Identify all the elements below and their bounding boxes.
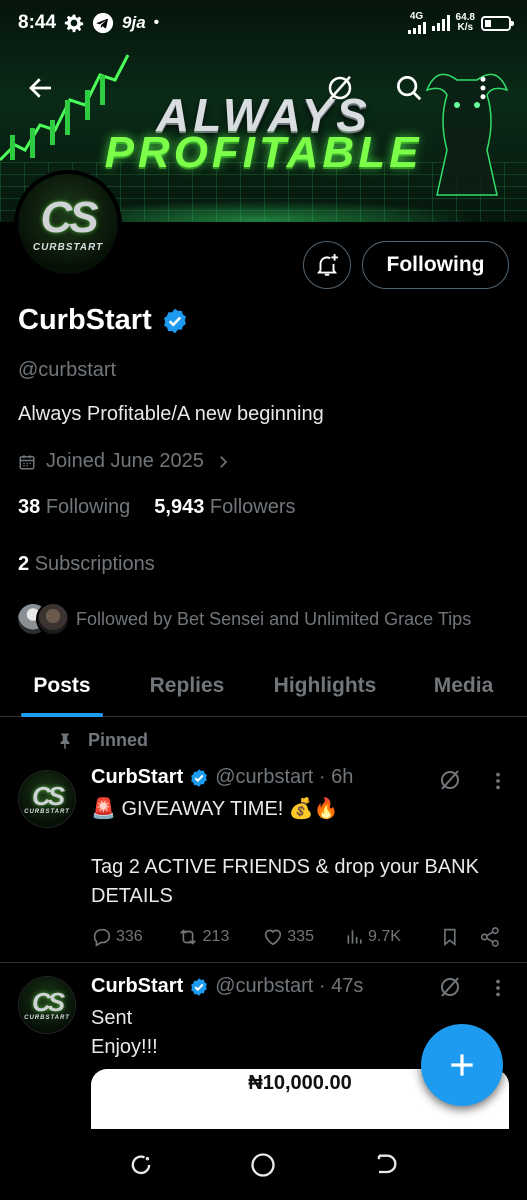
followed-by-text: Followed by Bet Sensei and Unlimited Gra… bbox=[76, 608, 472, 629]
more-vertical-icon bbox=[480, 76, 486, 100]
profile-tabs: Posts Replies Highlights Media bbox=[0, 655, 527, 717]
verified-badge-icon[interactable] bbox=[161, 307, 189, 335]
following-button[interactable]: Following bbox=[362, 241, 509, 289]
reply-button[interactable]: 336 bbox=[91, 926, 176, 948]
tab-media[interactable]: Media bbox=[400, 655, 527, 717]
follower-avatar bbox=[36, 602, 70, 636]
analytics-icon bbox=[347, 930, 362, 944]
post-avatar[interactable]: CS CURBSTART bbox=[18, 976, 76, 1034]
tab-posts[interactable]: Posts bbox=[0, 655, 124, 717]
back-nav-icon[interactable] bbox=[372, 1151, 400, 1179]
post-header: CurbStart @curbstart · 47s bbox=[91, 975, 363, 998]
verified-badge-icon bbox=[191, 977, 208, 996]
post-author-name[interactable]: CurbStart bbox=[91, 766, 183, 789]
post-handle-time: @curbstart · 47s bbox=[215, 975, 364, 997]
followers-link[interactable]: 5,943 Followers bbox=[154, 496, 295, 519]
gear-icon bbox=[64, 13, 84, 33]
status-time: 8:44 bbox=[18, 12, 57, 33]
search-icon bbox=[397, 76, 422, 101]
telegram-icon bbox=[92, 12, 114, 34]
signal-icon bbox=[407, 22, 426, 34]
app-badge: 9ja bbox=[122, 13, 146, 32]
search-button[interactable] bbox=[383, 62, 435, 114]
more-vertical-icon[interactable] bbox=[490, 770, 506, 792]
verified-badge-icon bbox=[191, 768, 208, 787]
more-vertical-icon[interactable] bbox=[490, 977, 506, 999]
post-avatar[interactable]: CS CURBSTART bbox=[18, 770, 76, 828]
recents-icon[interactable] bbox=[127, 1151, 155, 1179]
grok-icon[interactable] bbox=[438, 768, 462, 792]
views-button[interactable]: 9.7K bbox=[345, 927, 430, 947]
repost-icon bbox=[179, 929, 196, 945]
grok-icon[interactable] bbox=[438, 975, 462, 999]
joined-date[interactable]: Joined June 2025 bbox=[18, 450, 232, 473]
active-tab-indicator bbox=[21, 713, 103, 717]
network-speed: 64.8 K/s bbox=[455, 12, 475, 33]
subscriptions-link[interactable]: 2 Subscriptions bbox=[18, 553, 155, 576]
grok-icon bbox=[328, 75, 352, 101]
post-handle-time: @curbstart · 6h bbox=[215, 766, 354, 788]
heart-icon bbox=[265, 929, 282, 946]
system-navigation-bar bbox=[0, 1130, 527, 1200]
post-text-line: Enjoy!!! bbox=[91, 1036, 158, 1058]
battery-icon bbox=[481, 15, 514, 31]
reply-icon bbox=[93, 928, 111, 947]
post-text-line: 🚨 GIVEAWAY TIME! 💰🔥 bbox=[91, 798, 339, 820]
status-bar: 8:44 9ja • 4G 64.8 K/s bbox=[0, 0, 527, 46]
tab-replies[interactable]: Replies bbox=[124, 655, 250, 717]
pinned-label: Pinned bbox=[56, 730, 148, 751]
profile-bio: Always Profitable/A new beginning bbox=[18, 403, 324, 425]
joined-text: Joined June 2025 bbox=[46, 450, 204, 472]
logo-word: CURBSTART bbox=[32, 241, 104, 253]
post-divider bbox=[0, 962, 527, 963]
post-text-line: DETAILS bbox=[91, 885, 173, 907]
back-arrow-icon bbox=[29, 78, 51, 98]
transfer-amount: ₦10,000.00 bbox=[248, 1072, 352, 1094]
notification-dot: • bbox=[153, 14, 160, 31]
bookmark-icon[interactable] bbox=[440, 926, 460, 948]
following-link[interactable]: 38 Following bbox=[18, 496, 130, 519]
logo-text: CS bbox=[40, 192, 98, 242]
tab-highlights[interactable]: Highlights bbox=[250, 655, 400, 717]
followed-by-row[interactable]: Followed by Bet Sensei and Unlimited Gra… bbox=[16, 602, 471, 636]
grok-button[interactable] bbox=[314, 62, 366, 114]
post-text-line: Sent bbox=[91, 1007, 133, 1029]
home-circle-icon[interactable] bbox=[249, 1151, 277, 1179]
profile-name-row: CurbStart bbox=[18, 304, 189, 337]
calendar-icon bbox=[19, 454, 35, 469]
display-name: CurbStart bbox=[18, 304, 152, 336]
notify-bell-button[interactable] bbox=[303, 241, 351, 289]
signal-icon bbox=[431, 15, 450, 31]
pin-icon bbox=[60, 733, 70, 749]
profile-avatar[interactable]: CS CURBSTART bbox=[14, 170, 122, 278]
post-author-name[interactable]: CurbStart bbox=[91, 975, 183, 998]
like-button[interactable]: 335 bbox=[262, 926, 345, 948]
profile-handle: @curbstart bbox=[18, 359, 117, 381]
network-type: 4G bbox=[407, 12, 426, 34]
bell-plus-icon bbox=[316, 254, 338, 276]
compose-post-button[interactable] bbox=[421, 1024, 503, 1106]
share-icon[interactable] bbox=[479, 926, 501, 948]
post-text-line: Tag 2 ACTIVE FRIENDS & drop your BANK bbox=[91, 856, 479, 878]
repost-button[interactable]: 213 bbox=[176, 926, 263, 948]
plus-icon bbox=[451, 1054, 473, 1076]
more-button[interactable] bbox=[457, 62, 509, 114]
follow-stats: 38 Following 5,943 Followers bbox=[18, 496, 296, 519]
post-header: CurbStart @curbstart · 6h bbox=[91, 766, 353, 789]
back-button[interactable] bbox=[15, 62, 67, 114]
chevron-right-icon bbox=[220, 455, 228, 468]
post-actions: 336 213 335 9.7K bbox=[91, 924, 501, 950]
